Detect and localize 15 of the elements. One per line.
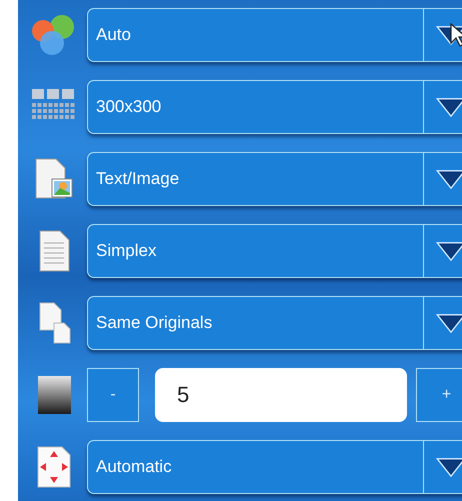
dropdown[interactable]: 300x300 <box>87 80 462 134</box>
value-field[interactable]: 5 <box>155 368 407 422</box>
caret-icon <box>434 240 462 262</box>
dropdown[interactable]: Automatic <box>87 440 462 494</box>
plus-button[interactable]: + <box>416 368 462 422</box>
minus-button[interactable]: - <box>87 368 139 422</box>
color-circles-icon <box>30 13 76 57</box>
caret-icon <box>434 96 462 118</box>
dropdown[interactable]: Same Originals <box>87 296 462 350</box>
caret-icon <box>434 168 462 190</box>
dropdown[interactable]: Simplex <box>87 224 462 278</box>
dropdown[interactable]: Auto <box>87 8 462 62</box>
caret-icon <box>434 312 462 334</box>
caret-icon <box>434 456 462 478</box>
dropdown[interactable]: Text/Image <box>87 152 462 206</box>
